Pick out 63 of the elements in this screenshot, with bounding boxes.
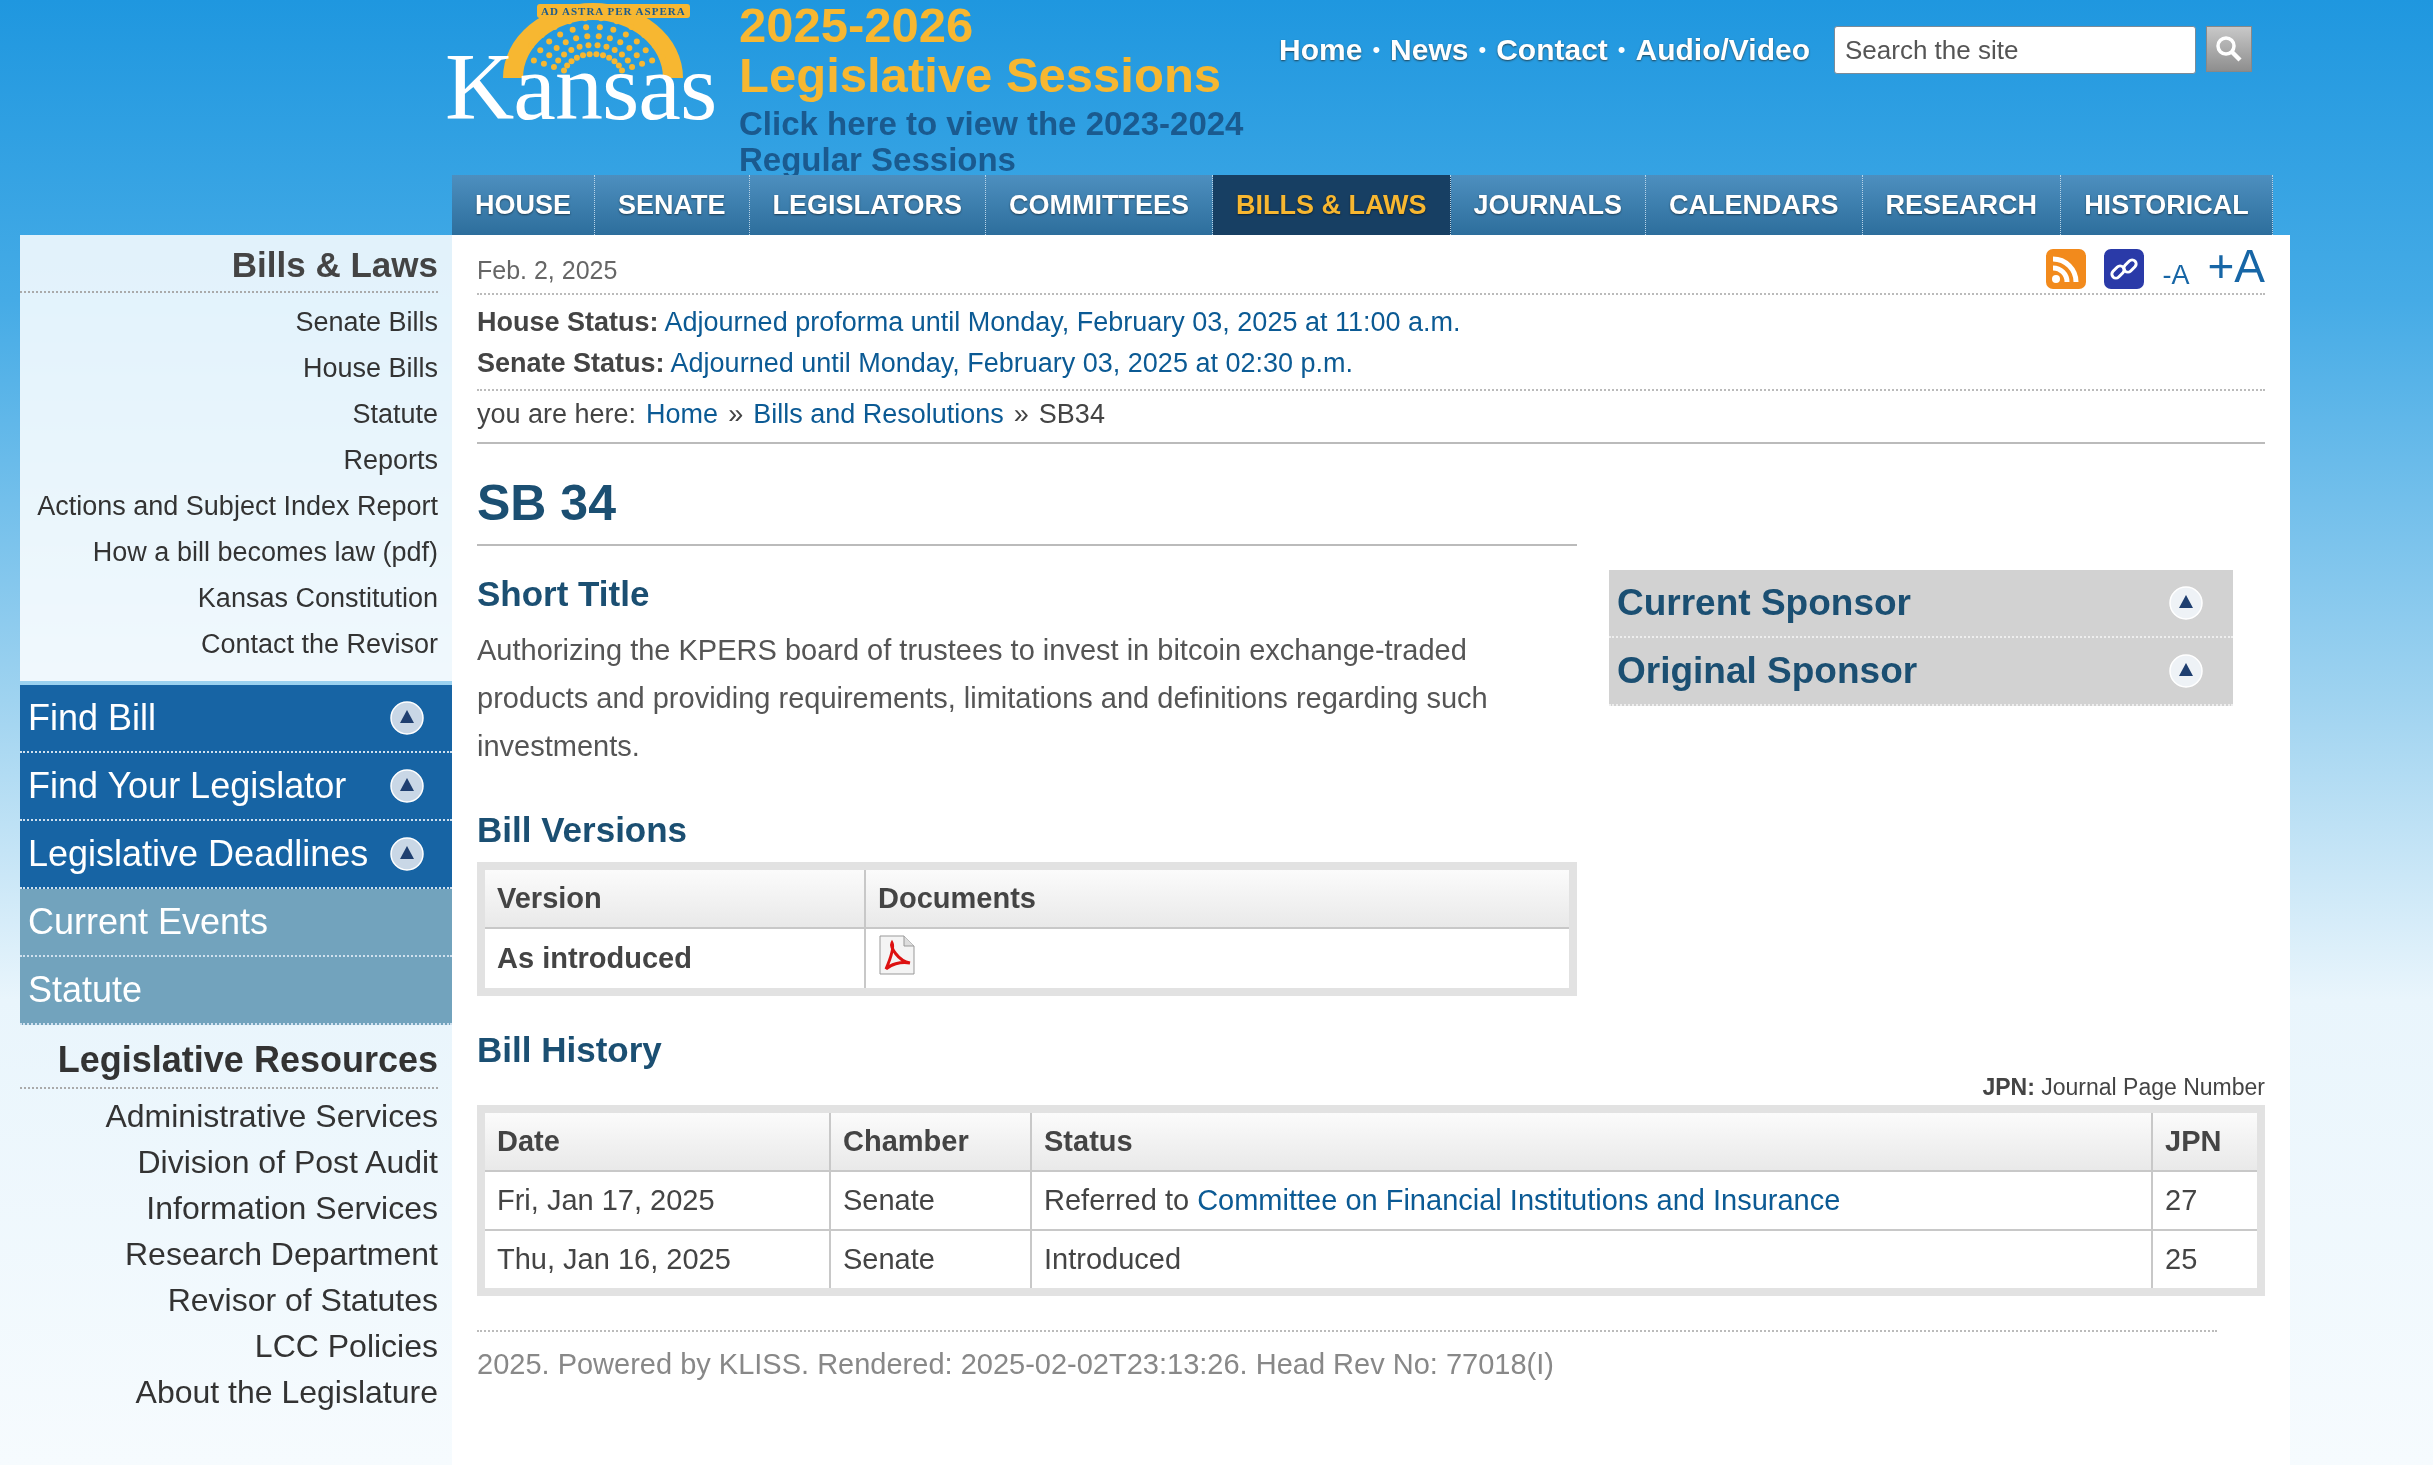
resource-link[interactable]: Information Services: [146, 1185, 438, 1231]
resource-link[interactable]: Revisor of Statutes: [167, 1277, 438, 1323]
session-title: Legislative Sessions: [739, 50, 1223, 100]
top-link[interactable]: Audio/Video: [1635, 33, 1810, 67]
resource-link[interactable]: Administrative Services: [105, 1093, 438, 1139]
nav-tab[interactable]: CALENDARS: [1646, 175, 1863, 235]
resource-link[interactable]: About the Legislature: [135, 1369, 438, 1415]
separator: •: [1617, 37, 1626, 63]
breadcrumb-separator: »: [728, 399, 744, 430]
top-link[interactable]: Contact: [1496, 33, 1608, 67]
sidebar-accordion[interactable]: Find Your Legislator: [20, 753, 452, 821]
table-cell: Senate: [830, 1171, 1031, 1230]
short-title-text: Authorizing the KPERS board of trustees to invest in bitcoin exchange-traded products and providing requirements, limitations and definitions regarding such investments.: [477, 633, 1489, 764]
sidebar-link[interactable]: Senate Bills: [295, 299, 438, 345]
section-heading: Bill History: [477, 1030, 663, 1070]
nav-tab[interactable]: SENATE: [595, 175, 750, 235]
nav-tab[interactable]: COMMITTEES: [986, 175, 1214, 235]
separator: •: [1478, 37, 1487, 63]
nav-tab[interactable]: BILLS & LAWS: [1213, 175, 1451, 235]
jpn-legend: JPN: Journal Page Number: [1982, 1074, 2265, 1101]
sidebar-link[interactable]: House Bills: [302, 345, 438, 391]
sidebar-link[interactable]: Statute: [352, 391, 438, 437]
sponsor-toggle[interactable]: Original Sponsor: [1609, 638, 2233, 706]
breadcrumb-separator: »: [1013, 399, 1029, 430]
chamber-status: House Status: Adjourned proforma until Monday, February 03, 2025 at 11:00 a.m.: [477, 307, 1462, 338]
session-title: 2025-2026: [739, 0, 975, 50]
top-link[interactable]: News: [1390, 33, 1469, 67]
breadcrumb-current: SB34: [1038, 399, 1105, 430]
section-heading: Bill Versions: [477, 810, 689, 850]
sidebar-link[interactable]: How a bill becomes law (pdf): [92, 529, 438, 575]
logo-motto: AD ASTRA PER ASPERA: [537, 4, 690, 18]
table-cell: Referred to Committee on Financial Institutions and Insurance: [1031, 1171, 2152, 1230]
font-increase-link[interactable]: +A: [2207, 243, 2265, 289]
sidebar-accordion[interactable]: Legislative Deadlines: [20, 821, 452, 889]
resource-link[interactable]: LCC Policies: [254, 1323, 438, 1369]
search-field[interactable]: Search the site: [1834, 26, 2196, 74]
sidebar-link[interactable]: Actions and Subject Index Report: [37, 483, 438, 529]
bill-title: SB 34: [477, 474, 1577, 546]
breadcrumb-link[interactable]: Bills and Resolutions: [753, 399, 1004, 430]
separator: •: [1372, 37, 1381, 63]
footer-text: 2025. Powered by KLISS. Rendered: 2025-02-02T23:13:26. Head Rev No: 77018(I): [477, 1330, 2217, 1381]
committee-link[interactable]: Committee on Financial Institutions and Insurance: [1197, 1184, 1841, 1216]
font-decrease-link[interactable]: -A: [2162, 262, 2190, 289]
top-link[interactable]: Home: [1279, 33, 1363, 67]
nav-tab[interactable]: HISTORICAL: [2061, 175, 2273, 235]
section-heading: Short Title: [477, 574, 651, 614]
resource-link[interactable]: Research Department: [124, 1231, 438, 1277]
nav-tab[interactable]: RESEARCH: [1862, 175, 2062, 235]
resources-title: Legislative Resources: [20, 1039, 438, 1089]
sidebar-title: Bills & Laws: [20, 245, 438, 293]
breadcrumb-label: you are here:: [477, 399, 637, 430]
sidebar-link[interactable]: Kansas Constitution: [197, 575, 438, 621]
date-text: Feb. 2, 2025: [477, 256, 618, 285]
sidebar-link[interactable]: Contact the Revisor: [200, 621, 438, 667]
sidebar-link[interactable]: Reports: [343, 437, 438, 483]
sponsor-toggle[interactable]: Current Sponsor: [1609, 570, 2233, 638]
nav-tab[interactable]: LEGISLATORS: [749, 175, 987, 235]
nav-tab[interactable]: JOURNALS: [1450, 175, 1647, 235]
chamber-status: Senate Status: Adjourned until Monday, February 03, 2025 at 02:30 p.m.: [477, 348, 1354, 379]
breadcrumb-link[interactable]: Home: [646, 399, 719, 430]
resource-link[interactable]: Division of Post Audit: [137, 1139, 438, 1185]
sidebar-accordion[interactable]: Find Bill: [20, 685, 452, 753]
nav-tab[interactable]: HOUSE: [452, 175, 596, 235]
